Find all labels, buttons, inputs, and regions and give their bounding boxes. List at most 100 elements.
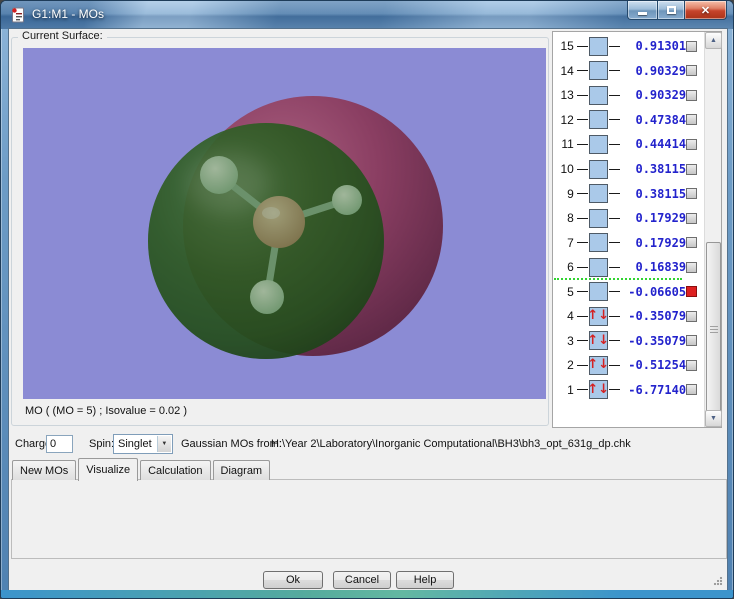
minimize-button[interactable] bbox=[627, 1, 657, 20]
resize-grip-icon[interactable] bbox=[713, 576, 723, 586]
ok-button[interactable]: Ok bbox=[263, 571, 323, 589]
mo-checkbox[interactable] bbox=[686, 237, 697, 249]
level-line bbox=[576, 389, 588, 391]
mo-row-3: 3 ↑ ↓ -0.35079 bbox=[554, 329, 704, 354]
close-icon: ✕ bbox=[700, 4, 711, 17]
app-icon bbox=[10, 7, 26, 23]
mo-row-4: 4 ↑ ↓ -0.35079 bbox=[554, 304, 704, 329]
level-line bbox=[576, 315, 588, 317]
mo-level-box[interactable]: ↑ ↓ bbox=[587, 306, 610, 326]
mo-checkbox[interactable] bbox=[686, 384, 697, 396]
tab-diagram[interactable]: Diagram bbox=[212, 460, 271, 480]
mo-level-box[interactable]: ↑ ↓ bbox=[587, 380, 609, 400]
spin-down-arrow-icon: ↓ bbox=[598, 308, 610, 324]
mo-energy: 0.38115 bbox=[635, 186, 687, 201]
mo-level-box[interactable] bbox=[588, 134, 608, 154]
mo-level-box[interactable] bbox=[588, 159, 608, 179]
mo-row-12: 12 0.47384 bbox=[554, 108, 704, 133]
mo-energy: -0.35079 bbox=[628, 333, 687, 348]
mo-level-box[interactable]: ↑ ↓ bbox=[587, 331, 609, 351]
mo-level-box[interactable] bbox=[588, 110, 608, 130]
mo-number: 8 bbox=[567, 211, 574, 226]
mo-level-box[interactable] bbox=[588, 208, 608, 228]
maximize-button[interactable] bbox=[657, 1, 685, 20]
tab-calculation[interactable]: Calculation bbox=[140, 460, 211, 480]
level-line bbox=[576, 119, 588, 121]
visualize-tab-pane bbox=[11, 479, 727, 559]
molecule-viewport[interactable] bbox=[23, 48, 546, 399]
mo-checkbox[interactable] bbox=[686, 138, 697, 150]
mo-checkbox[interactable] bbox=[686, 114, 697, 126]
window-title: G1:M1 - MOs bbox=[32, 7, 105, 21]
mo-row-13: 13 0.90329 bbox=[554, 83, 704, 108]
level-line bbox=[608, 193, 620, 195]
mo-energy: 0.16839 bbox=[635, 260, 687, 275]
mo-row-15: 15 0.91301 bbox=[554, 34, 704, 59]
help-button[interactable]: Help bbox=[396, 571, 454, 589]
mo-checkbox[interactable] bbox=[686, 40, 697, 52]
client-area: Current Surface: MO ((MO = 5) ; Isovalu… bbox=[8, 28, 728, 593]
mo-row-8: 8 0.17929 bbox=[554, 206, 704, 231]
mo-checkbox[interactable] bbox=[686, 163, 697, 175]
mo-checkbox[interactable] bbox=[686, 212, 697, 224]
mo-level-box[interactable] bbox=[588, 282, 608, 302]
current-surface-label: Current Surface: bbox=[18, 30, 107, 42]
tab-visualize[interactable]: Visualize bbox=[78, 458, 139, 481]
mo-energy: 0.44414 bbox=[635, 137, 687, 152]
mo-checkbox[interactable] bbox=[686, 89, 697, 101]
level-line bbox=[608, 143, 620, 145]
mo-number: 13 bbox=[560, 88, 574, 103]
mo-energy: 0.47384 bbox=[635, 112, 687, 127]
mo-energy: 0.38115 bbox=[635, 162, 687, 176]
mo-number: 3 bbox=[567, 333, 574, 348]
mo-level-box[interactable] bbox=[588, 36, 608, 56]
spin-up-arrow-icon: ↑ bbox=[587, 332, 599, 348]
titlebar[interactable]: G1:M1 - MOs ✕ bbox=[1, 1, 733, 29]
mo-level-box[interactable]: ↑ ↓ bbox=[587, 355, 610, 375]
combo-arrow-icon[interactable]: ▼ bbox=[156, 436, 171, 452]
mo-level-box[interactable] bbox=[588, 61, 608, 81]
mo-checkbox[interactable] bbox=[686, 310, 697, 322]
close-button[interactable]: ✕ bbox=[685, 1, 727, 20]
level-line bbox=[576, 45, 588, 47]
mo-level-box[interactable] bbox=[588, 233, 608, 253]
mo-checkbox[interactable] bbox=[686, 359, 697, 371]
mo-energy: -0.06605 bbox=[628, 284, 687, 299]
mo-number: 5 bbox=[567, 284, 574, 299]
level-line bbox=[608, 94, 620, 96]
mo-checkbox[interactable] bbox=[686, 261, 697, 273]
window-bottom-border bbox=[1, 590, 733, 598]
tab-bar: New MOs Visualize Calculation Diagram bbox=[11, 457, 271, 481]
mo-checkbox[interactable] bbox=[686, 188, 697, 200]
level-line bbox=[576, 291, 588, 293]
level-line bbox=[576, 242, 588, 244]
level-line bbox=[576, 143, 588, 145]
mo-level-box[interactable] bbox=[588, 257, 608, 277]
mo-number: 11 bbox=[561, 137, 574, 152]
spin-combobox[interactable]: Singlet ▼ bbox=[113, 434, 173, 454]
mo-level-box[interactable] bbox=[588, 184, 608, 204]
spin-down-arrow-icon: ↓ bbox=[598, 357, 610, 373]
scrollbar-thumb[interactable] bbox=[706, 242, 721, 417]
scroll-up-icon[interactable]: ▲ bbox=[705, 32, 722, 49]
mo-energy: -6.77140 bbox=[628, 382, 687, 397]
level-line bbox=[576, 266, 588, 268]
scroll-down-icon[interactable]: ▼ bbox=[705, 410, 722, 427]
mo-checkbox[interactable] bbox=[686, 286, 697, 298]
level-line bbox=[608, 70, 620, 72]
mo-level-box[interactable] bbox=[588, 85, 608, 105]
mo-row-9: 9 0.38115 bbox=[554, 181, 704, 206]
mo-number: 2 bbox=[567, 358, 574, 373]
level-line bbox=[608, 340, 620, 342]
tab-new-mos[interactable]: New MOs bbox=[12, 460, 77, 480]
level-line bbox=[576, 94, 588, 96]
level-line bbox=[576, 364, 588, 366]
minimize-icon bbox=[638, 11, 647, 15]
mo-checkbox[interactable] bbox=[686, 335, 697, 347]
mos-window: G1:M1 - MOs ✕ Current Surface: MO ((MO … bbox=[0, 0, 734, 599]
cancel-button[interactable]: Cancel bbox=[333, 571, 391, 589]
mo-list-scrollbar[interactable]: ▲ ▼ bbox=[704, 32, 722, 427]
mo-energy: 0.17929 bbox=[635, 235, 687, 250]
charge-input[interactable] bbox=[46, 435, 73, 453]
mo-checkbox[interactable] bbox=[686, 65, 697, 77]
